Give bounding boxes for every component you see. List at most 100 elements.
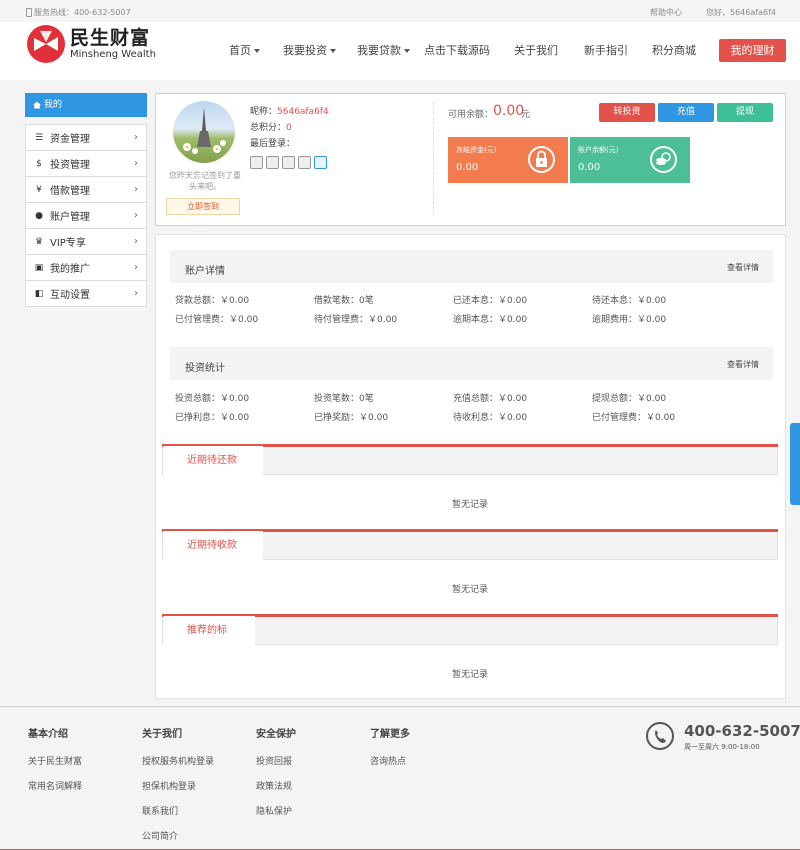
- balance-value: 0.00: [493, 103, 525, 119]
- loan-total: 贷款总额：￥0.00: [175, 296, 250, 306]
- settings-gear-icon[interactable]: [314, 156, 327, 169]
- paid-fee: 已付管理费：￥0.00: [175, 315, 259, 325]
- checkin-button[interactable]: 立即签到: [166, 198, 240, 215]
- nav-home[interactable]: 首页: [218, 40, 273, 62]
- nav-guide[interactable]: 新手指引: [584, 40, 652, 62]
- account-balance-value: 0.00: [578, 162, 601, 173]
- earned-interest: 已挣利息：￥0.00: [175, 413, 250, 423]
- frozen-funds-card: 冻结资金(元) 0.00: [448, 137, 568, 183]
- home-icon: [33, 101, 41, 109]
- phone-icon: [26, 8, 32, 17]
- crown-icon: ♛: [34, 236, 44, 247]
- yen-icon: ¥: [36, 184, 42, 195]
- footer-link[interactable]: 咨询热点: [370, 754, 410, 767]
- sidebar-item-investments[interactable]: $ 投资管理 ›: [25, 151, 147, 177]
- help-center-link[interactable]: 帮助中心: [650, 7, 682, 18]
- my-finance-button[interactable]: 我的理财: [719, 39, 786, 62]
- account-details-row: 已付管理费：￥0.00 待付管理费：￥0.00 逾期本息：￥0.00 逾期费用：…: [175, 312, 765, 325]
- recharge-button[interactable]: 充值: [658, 103, 714, 122]
- pending-interest: 待收利息：￥0.00: [453, 413, 528, 423]
- footer-link[interactable]: 联系我们: [142, 804, 214, 817]
- sidebar-item-vip[interactable]: ♛ VIP专享 ›: [25, 229, 147, 255]
- tab-recommend[interactable]: 推荐的标: [163, 616, 255, 645]
- footer-link[interactable]: 公司简介: [142, 829, 214, 842]
- toggle-icon: ◧: [34, 288, 44, 299]
- receive-tab-block: 近期待收款: [162, 529, 778, 560]
- user-icon: ●: [35, 210, 43, 221]
- account-details-row: 贷款总额：￥0.00 借款笔数：0笔 已还本息：￥0.00 待还本息：￥0.00: [175, 293, 765, 306]
- earned-reward: 已挣奖励：￥0.00: [314, 413, 389, 423]
- footer-link[interactable]: 政策法规: [256, 779, 296, 792]
- sidebar: 我的 ☰ 资金管理 › $ 投资管理 › ¥ 借款管理 › ● 账户管理 › ♛ VIP专享 › ▣…: [25, 93, 147, 307]
- footer-heading: 关于我们: [142, 729, 182, 740]
- footer-hotline-number: 400-632-5007: [684, 722, 800, 740]
- lock-icon: [528, 146, 555, 173]
- nav-invest[interactable]: 我要投资: [273, 40, 349, 62]
- last-login-label: 最后登录：: [250, 139, 296, 149]
- account-balance-card: 账户余额(元) 0.00: [570, 137, 690, 183]
- chevron-right-icon: ›: [134, 262, 138, 273]
- chevron-right-icon: ›: [134, 158, 138, 169]
- tab-repay[interactable]: 近期待还款: [163, 446, 263, 475]
- verification-icons: [250, 156, 327, 169]
- withdraw-total: 提现总额：￥0.00: [592, 394, 667, 404]
- footer-heading: 安全保护: [256, 729, 296, 740]
- hotline-label: 服务热线：400-632-5007: [34, 8, 131, 17]
- logo-en-text: Minsheng Wealth: [70, 49, 156, 60]
- sidebar-item-promotion[interactable]: ▣ 我的推广 ›: [25, 255, 147, 281]
- footer-link[interactable]: 担保机构登录: [142, 779, 214, 792]
- footer-link[interactable]: 常用名词解释: [28, 779, 82, 792]
- nav-download[interactable]: 点击下载源码: [424, 40, 514, 62]
- tab-receive[interactable]: 近期待收款: [163, 531, 263, 560]
- investment-stats-link[interactable]: 查看详情: [727, 359, 759, 370]
- investment-stats-title: 投资统计: [185, 363, 225, 374]
- email-icon[interactable]: [282, 156, 295, 169]
- pending-principal-interest: 待还本息：￥0.00: [592, 296, 667, 306]
- sidebar-item-loans[interactable]: ¥ 借款管理 ›: [25, 177, 147, 203]
- chevron-right-icon: ›: [134, 288, 138, 299]
- top-bar: 服务热线：400-632-5007 帮助中心 您好，5646afa6f4: [0, 0, 800, 22]
- site-logo[interactable]: 民生财富 Minsheng Wealth: [26, 24, 156, 64]
- avatar-image: [183, 107, 226, 154]
- nav-points-mall[interactable]: 积分商城: [652, 40, 722, 62]
- floating-service-tab[interactable]: [790, 423, 800, 505]
- site-footer: 基本介绍 关于民生财富 常用名词解释 关于我们 授权服务机构登录 担保机构登录 …: [0, 706, 800, 850]
- account-details-link[interactable]: 查看详情: [727, 262, 759, 273]
- overdue-principal-interest: 逾期本息：￥0.00: [453, 315, 528, 325]
- points-value: 0: [286, 123, 292, 133]
- sidebar-head[interactable]: 我的: [25, 93, 147, 117]
- transfer-invest-button[interactable]: 转投资: [599, 103, 655, 122]
- chevron-right-icon: ›: [134, 132, 138, 143]
- account-balance-label: 账户余额(元): [578, 146, 619, 154]
- footer-link[interactable]: 关于民生财富: [28, 754, 82, 767]
- footer-link[interactable]: 隐私保护: [256, 804, 296, 817]
- mobile-icon[interactable]: [266, 156, 279, 169]
- avatar[interactable]: [173, 101, 235, 163]
- footer-hours: 周一至周六 9:00-18:00: [684, 743, 760, 751]
- site-header: 民生财富 Minsheng Wealth 首页 我要投资 我要贷款 点击下载源码…: [0, 22, 800, 80]
- footer-col-about: 关于我们 授权服务机构登录 担保机构登录 联系我们 公司简介: [142, 725, 214, 850]
- withdraw-button[interactable]: 提现: [717, 103, 773, 122]
- nickname-value: 5646afa6f4: [277, 107, 329, 117]
- sidebar-item-funds[interactable]: ☰ 资金管理 ›: [25, 125, 147, 151]
- nickname-label: 昵称：: [250, 107, 278, 117]
- nav-loan[interactable]: 我要贷款: [349, 40, 424, 62]
- id-card-icon[interactable]: [250, 156, 263, 169]
- chevron-right-icon: ›: [134, 236, 138, 247]
- sidebar-item-interaction[interactable]: ◧ 互动设置 ›: [25, 281, 147, 307]
- chevron-right-icon: ›: [134, 184, 138, 195]
- user-greeting[interactable]: 您好，5646afa6f4: [706, 7, 776, 18]
- main-nav: 首页 我要投资 我要贷款 点击下载源码 关于我们 新手指引 积分商城: [218, 40, 722, 62]
- user-summary-panel: 您昨天忘记签到了重头来吧。 立即签到 昵称：5646afa6f4 总积分：0 最…: [155, 93, 786, 226]
- balance-label: 可用余额：: [448, 110, 494, 120]
- main-content: 账户详情 查看详情 贷款总额：￥0.00 借款笔数：0笔 已还本息：￥0.00 …: [155, 234, 786, 699]
- nav-about[interactable]: 关于我们: [514, 40, 584, 62]
- vip-icon[interactable]: [298, 156, 311, 169]
- account-details-title: 账户详情: [185, 266, 225, 277]
- user-info: 昵称：5646afa6f4 总积分：0 最后登录：: [250, 104, 329, 152]
- balance-unit: 元: [521, 110, 531, 120]
- loan-count: 借款笔数：0笔: [314, 296, 374, 306]
- sidebar-item-account[interactable]: ● 账户管理 ›: [25, 203, 147, 229]
- footer-link[interactable]: 授权服务机构登录: [142, 754, 214, 767]
- footer-link[interactable]: 投资回报: [256, 754, 296, 767]
